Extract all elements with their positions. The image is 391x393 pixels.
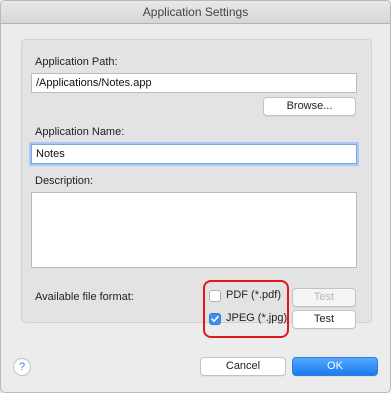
window-title: Application Settings bbox=[1, 1, 390, 24]
help-icon[interactable]: ? bbox=[13, 358, 31, 376]
pdf-label: PDF (*.pdf) bbox=[226, 289, 282, 301]
checkmark-icon bbox=[211, 315, 219, 322]
cancel-button[interactable]: Cancel bbox=[200, 357, 286, 376]
jpeg-test-button[interactable]: Test bbox=[292, 310, 356, 329]
application-name-field[interactable] bbox=[31, 144, 357, 164]
ok-button[interactable]: OK bbox=[292, 357, 378, 376]
application-path-field[interactable] bbox=[31, 73, 357, 93]
available-file-format-label: Available file format: bbox=[35, 291, 134, 303]
jpeg-checkbox[interactable] bbox=[209, 313, 221, 325]
description-label: Description: bbox=[35, 175, 94, 187]
application-name-label: Application Name: bbox=[35, 126, 125, 138]
pdf-test-button[interactable]: Test bbox=[292, 288, 356, 307]
settings-window: Application Settings Application Path: B… bbox=[0, 0, 391, 393]
browse-button[interactable]: Browse... bbox=[263, 97, 356, 116]
pdf-checkbox[interactable] bbox=[209, 290, 221, 302]
application-path-label: Application Path: bbox=[35, 56, 118, 68]
jpeg-label: JPEG (*.jpg) bbox=[226, 312, 288, 324]
description-field[interactable] bbox=[31, 192, 357, 268]
